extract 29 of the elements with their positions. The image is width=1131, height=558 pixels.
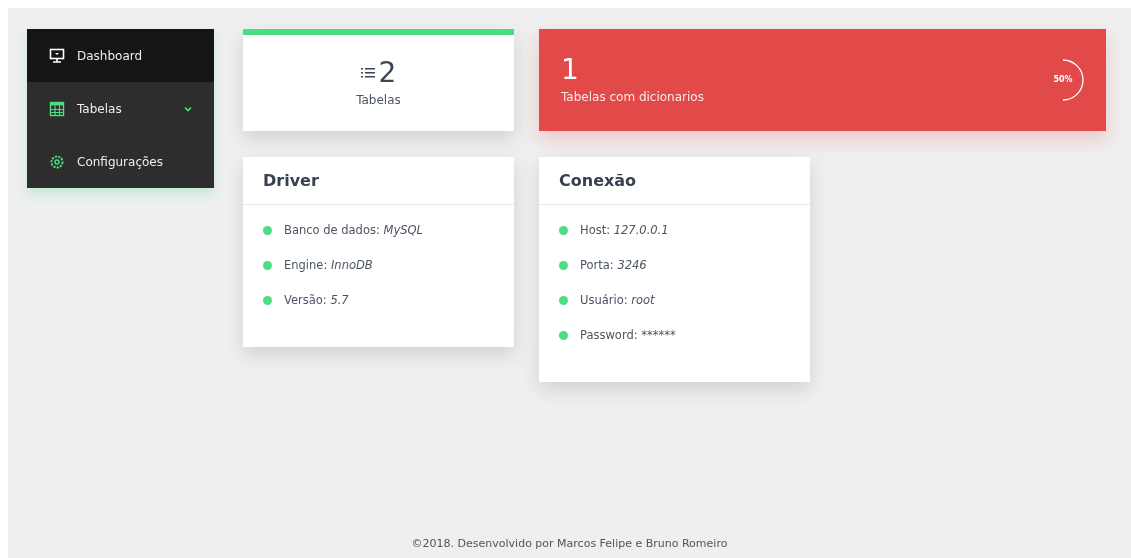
bullet-dot (559, 295, 568, 305)
info-text: Banco de dados: MySQL (284, 223, 423, 237)
sidebar-item[interactable]: Configurações (27, 135, 214, 188)
list-icon (360, 67, 375, 79)
stat-value: 2 (378, 59, 397, 87)
bullet-dot (559, 225, 568, 235)
card-title: Conexão (539, 157, 810, 205)
info-text: Host: 127.0.0.1 (580, 223, 669, 237)
progress-reading: 50% (1053, 76, 1073, 84)
bullet-dot (559, 260, 568, 270)
card-title: Driver (243, 157, 514, 205)
stat-label: Tabelas com dicionarios (561, 90, 705, 104)
info-text: Versão: 5.7 (284, 293, 349, 307)
sidebar-item[interactable]: Tabelas (27, 82, 214, 135)
bullet-dot (559, 330, 568, 340)
sidebar-item[interactable]: Dashboard (27, 29, 214, 82)
bullet-dot (263, 295, 272, 305)
bullet-dot (263, 225, 272, 235)
info-text: Usuário: root (580, 293, 655, 307)
stat-label: Tabelas (356, 93, 401, 107)
info-text: Engine: InnoDB (284, 258, 373, 272)
monitor-icon (49, 47, 65, 64)
bullet-dot (263, 260, 272, 270)
info-text: Password: ****** (580, 328, 676, 342)
gear-icon (49, 153, 65, 170)
stat-value: 1 (561, 56, 580, 84)
table-icon (49, 100, 65, 117)
info-text: Porta: 3246 (580, 258, 647, 272)
footer-text: ©2018. Desenvolvido por Marcos Felipe e Bruno Romeiro (411, 537, 728, 550)
